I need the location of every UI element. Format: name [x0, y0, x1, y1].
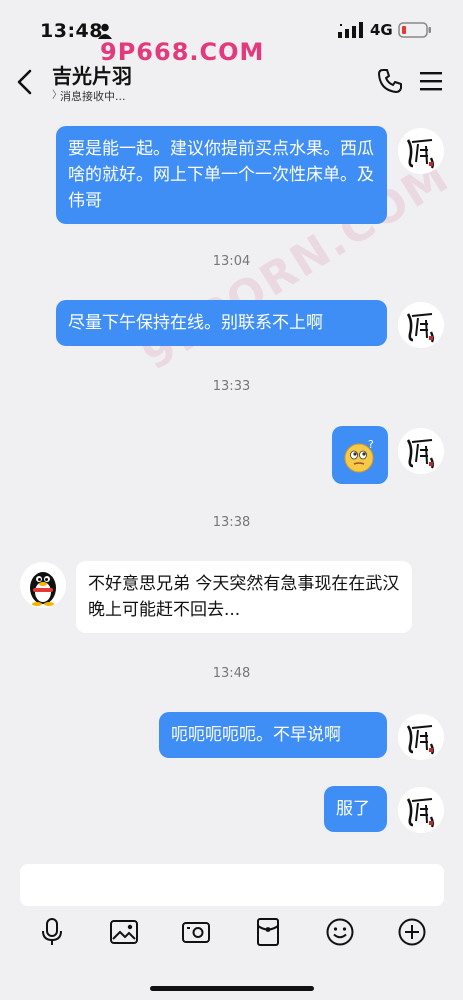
avatar-contact[interactable]: [20, 562, 66, 608]
microphone-icon[interactable]: [37, 917, 67, 947]
avatar-self[interactable]: [398, 302, 444, 348]
home-indicator[interactable]: [150, 986, 314, 991]
phone-icon[interactable]: [377, 68, 403, 94]
status-time: 13:48: [40, 20, 103, 42]
back-arrow-icon[interactable]: [14, 68, 36, 96]
emoji-icon[interactable]: [325, 917, 355, 947]
calligraphy-avatar-icon: [406, 439, 434, 469]
timestamp: 13:04: [212, 254, 251, 269]
timestamp: 13:33: [212, 379, 251, 394]
timestamp: 13:48: [212, 666, 251, 681]
avatar-self[interactable]: [398, 714, 444, 760]
avatar-self[interactable]: [398, 428, 444, 474]
timestamp: 13:38: [212, 515, 251, 530]
network-type: 4G: [370, 21, 393, 39]
message-bubble-outgoing[interactable]: 要是能一起。建议你提前买点水果。西瓜啥的就好。网上下单一个一次性床单。及伟哥: [56, 126, 387, 224]
thinking-face-icon: ?: [344, 438, 374, 473]
camera-icon[interactable]: [181, 917, 211, 947]
image-icon[interactable]: [109, 917, 139, 947]
avatar-self[interactable]: [398, 128, 444, 174]
plus-icon[interactable]: [397, 917, 427, 947]
penguin-avatar-icon: [30, 572, 56, 606]
watermark-top: 9P668.COM: [100, 38, 265, 66]
svg-text:?: ?: [368, 438, 374, 451]
battery-icon: [398, 22, 431, 38]
message-bubble-outgoing[interactable]: 服了: [324, 786, 387, 832]
calligraphy-avatar-icon: [406, 798, 434, 828]
calligraphy-avatar-icon: [406, 725, 434, 755]
red-packet-icon[interactable]: [253, 917, 283, 947]
person-icon: [98, 23, 112, 39]
avatar-self[interactable]: [398, 787, 444, 833]
chat-subtitle: 消息接收中...: [60, 90, 126, 103]
signal-icon: [338, 22, 363, 38]
message-bubble-incoming[interactable]: 不好意思兄弟 今天突然有急事现在在武汉 晚上可能赶不回去...: [76, 561, 412, 633]
message-bubble-outgoing[interactable]: 呃呃呃呃呃。不早说啊: [159, 712, 387, 758]
message-input[interactable]: [20, 864, 444, 906]
message-bubble-emoji[interactable]: ?: [332, 426, 388, 484]
message-bubble-outgoing[interactable]: 尽量下午保持在线。别联系不上啊: [56, 300, 387, 346]
menu-icon[interactable]: [419, 70, 443, 92]
input-bar: [0, 855, 463, 1000]
calligraphy-avatar-icon: [406, 139, 434, 169]
calligraphy-avatar-icon: [406, 313, 434, 343]
